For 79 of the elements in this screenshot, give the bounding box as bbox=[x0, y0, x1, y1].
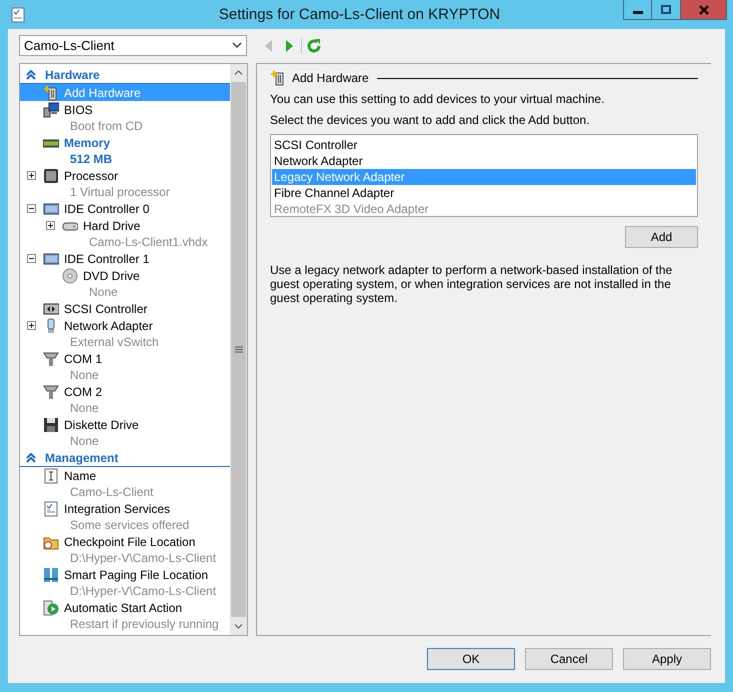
intro-text: You can use this setting to add devices to your virtual machine. bbox=[270, 92, 606, 107]
collapse-section-icon bbox=[26, 452, 36, 462]
serial-port-icon bbox=[43, 350, 59, 366]
refresh-icon[interactable] bbox=[306, 38, 322, 54]
grip-icon bbox=[234, 346, 242, 353]
serial-port-icon bbox=[43, 384, 59, 400]
scsi-controller-icon bbox=[43, 300, 59, 316]
close-button[interactable] bbox=[681, 0, 727, 20]
section-header[interactable]: Management bbox=[45, 450, 118, 464]
item-detail: External vSwitch bbox=[70, 335, 159, 349]
instruction-text: Select the devices you want to add and click the Add button. bbox=[270, 113, 591, 128]
scroll-down-icon bbox=[234, 624, 243, 629]
controller-icon bbox=[43, 250, 59, 266]
tree-item[interactable]: IDE Controller 0 bbox=[64, 202, 150, 216]
tree-item[interactable]: Integration Services bbox=[64, 502, 170, 516]
tree-item[interactable]: Name bbox=[64, 468, 96, 482]
expand-icon[interactable] bbox=[26, 171, 36, 180]
item-detail: D:\Hyper-V\Camo-Ls-Client bbox=[70, 584, 216, 598]
device-option[interactable]: SCSI Controller bbox=[272, 137, 696, 153]
window-title: Settings for Camo-Ls-Client on KRYPTON bbox=[218, 6, 500, 23]
close-icon bbox=[698, 4, 708, 14]
item-detail: None bbox=[70, 368, 99, 382]
scroll-up-icon bbox=[234, 70, 243, 75]
add-button[interactable]: Add bbox=[625, 226, 698, 248]
tree-item[interactable]: DVD Drive bbox=[83, 268, 140, 282]
scrollbar[interactable] bbox=[230, 64, 247, 635]
item-detail: D:\Hyper-V\Camo-Ls-Client bbox=[70, 551, 216, 565]
vm-dropdown[interactable]: Camo-Ls-Client bbox=[19, 35, 247, 56]
item-detail: Restart if previously running bbox=[70, 617, 219, 631]
checklist-icon bbox=[43, 500, 59, 516]
hardware-icon bbox=[43, 84, 59, 100]
expand-icon[interactable] bbox=[46, 221, 54, 230]
tree-item[interactable]: Automatic Start Action bbox=[64, 600, 182, 614]
item-detail: 1 Virtual processor bbox=[70, 185, 170, 199]
minimize-icon bbox=[632, 11, 642, 14]
tree-item[interactable]: COM 2 bbox=[64, 384, 102, 398]
start-action-icon bbox=[43, 600, 59, 616]
tree-item[interactable]: Processor bbox=[64, 168, 118, 182]
hardware-icon bbox=[270, 70, 286, 86]
dialog-button[interactable]: Cancel bbox=[525, 648, 613, 670]
minimize-button[interactable] bbox=[623, 0, 652, 20]
settings-app-icon bbox=[10, 6, 26, 22]
tree-item[interactable]: SCSI Controller bbox=[64, 302, 148, 316]
collapse-section-icon bbox=[26, 70, 36, 80]
tree-item[interactable]: Diskette Drive bbox=[64, 418, 139, 432]
item-detail: None bbox=[89, 285, 118, 299]
expand-icon[interactable] bbox=[26, 321, 36, 330]
tree-item[interactable]: BIOS bbox=[64, 102, 93, 116]
item-detail: Some services offered bbox=[70, 518, 190, 532]
description-text: Use a legacy network adapter to perform a network-based installation of the guest operating system, or when integration services are not installed in the guest operating system. bbox=[270, 263, 674, 305]
tree-item[interactable]: Checkpoint File Location bbox=[64, 534, 196, 548]
collapse-icon[interactable] bbox=[26, 254, 36, 263]
disc-icon bbox=[62, 268, 78, 284]
collapse-icon[interactable] bbox=[26, 204, 36, 213]
item-detail: None bbox=[70, 434, 99, 448]
panel-title: Add Hardware bbox=[292, 71, 369, 85]
item-detail: None bbox=[70, 401, 99, 415]
dialog-button[interactable]: OK bbox=[427, 648, 515, 670]
computer-icon bbox=[43, 102, 59, 118]
device-option[interactable]: Network Adapter bbox=[272, 153, 696, 169]
item-detail: Camo-Ls-Client1.vhdx bbox=[89, 235, 208, 249]
chevron-down-icon bbox=[232, 42, 242, 50]
chip-icon bbox=[43, 168, 59, 184]
paging-file-icon bbox=[43, 566, 59, 582]
dialog-button[interactable]: Apply bbox=[623, 648, 711, 670]
item-detail: Camo-Ls-Client bbox=[70, 485, 154, 499]
item-detail: Boot from CD bbox=[70, 119, 143, 133]
maximize-icon bbox=[661, 5, 671, 14]
device-option[interactable]: Fibre Channel Adapter bbox=[272, 185, 696, 201]
controller-icon bbox=[43, 200, 59, 216]
tree-item[interactable]: IDE Controller 1 bbox=[64, 252, 150, 266]
item-detail: 512 MB bbox=[70, 152, 112, 166]
tree-item[interactable]: COM 1 bbox=[64, 352, 102, 366]
tree-item[interactable]: Network Adapter bbox=[64, 318, 153, 332]
text-cursor-icon bbox=[43, 468, 59, 484]
section-header[interactable]: Hardware bbox=[45, 68, 100, 82]
tree-item[interactable]: Smart Paging File Location bbox=[64, 568, 208, 582]
tree-item[interactable]: Hard Drive bbox=[83, 218, 140, 232]
tree-item[interactable]: Memory bbox=[64, 136, 110, 150]
